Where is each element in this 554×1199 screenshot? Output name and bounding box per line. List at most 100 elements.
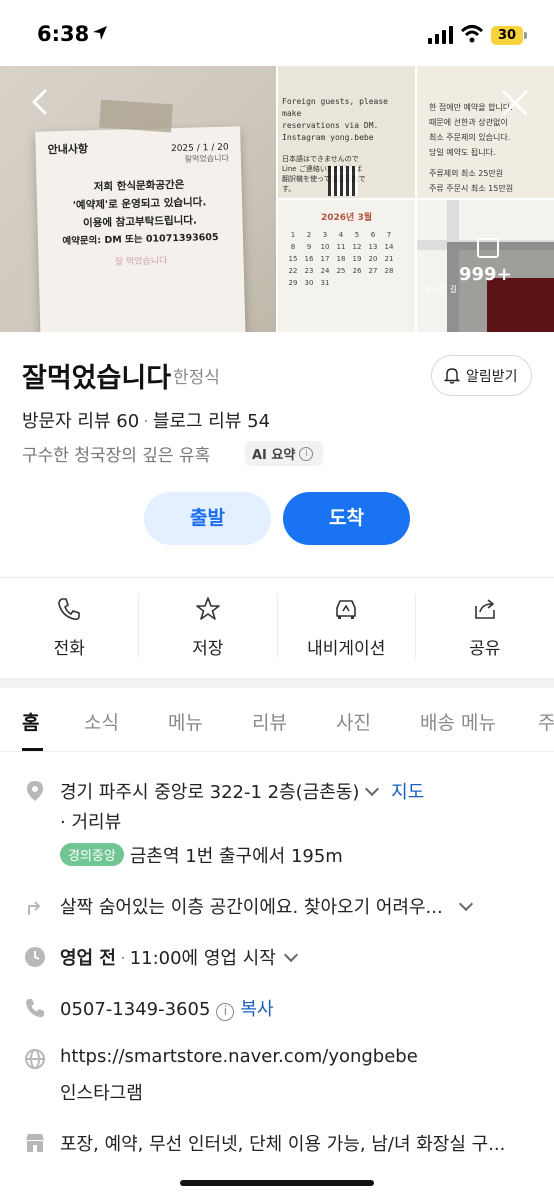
photo-thumb-map[interactable]: 999+ 오시는 길 [417, 200, 554, 332]
calendar-day: 13 [368, 243, 378, 251]
calendar-day: 12 [352, 243, 362, 251]
photo-thumb-english-notice[interactable]: Foreign guests, please make reservations… [278, 66, 415, 198]
tab-overflow[interactable]: 주 [538, 708, 554, 735]
action-row: 전화 저장 내비게이션 공유 [0, 578, 554, 678]
hours-row[interactable]: 영업 전 · 11:00에 영업 시작 [0, 944, 554, 974]
share-label: 공유 [469, 639, 501, 659]
photo-thumb-korean-notice[interactable]: 한 접에만 예약을 합니다. 때문에 선한과 상관없이 최소 주문제의 있습니다… [417, 66, 554, 198]
place-category: 한정식 [173, 368, 220, 388]
ai-summary-badge[interactable]: AI 요약 i [245, 441, 323, 466]
ai-summary-text: 구수한 청국장의 깊은 유혹 [22, 446, 211, 466]
hours-status: 영업 전 [60, 948, 116, 969]
photo-thumb-calendar[interactable]: 2026년 3월 1 2 3 4 5 6 7 8 9 10 11 12 13 14 15 16 17 18 19 20… [278, 200, 415, 332]
calendar-day: 11 [336, 243, 346, 251]
calendar-day: 18 [336, 255, 346, 263]
back-arrow-icon[interactable] [26, 88, 54, 116]
location-pin-icon [27, 781, 43, 801]
calendar-day: 4 [338, 231, 344, 239]
home-indicator[interactable] [180, 1180, 374, 1186]
calendar-day: 31 [320, 279, 330, 287]
notice-en-line: reservations via DM. [282, 121, 379, 130]
directions-value: 살짝 숨어있는 이층 공간이에요. 찾아오기 어려우... [60, 897, 443, 918]
calendar-day: 6 [370, 231, 376, 239]
info-icon[interactable]: i [216, 1003, 235, 1021]
notice-kr-line: 최소 주문제의 있습니다. [429, 133, 511, 142]
store-icon [26, 1134, 44, 1152]
address-text: 경기 파주시 중앙로 322-1 2층(금촌동) 지도 [60, 778, 424, 804]
notice-line: 이용에 참고부탁드립니다. [82, 214, 198, 230]
bell-icon [444, 368, 460, 384]
calendar-day: 3 [322, 231, 328, 239]
tab-reviews[interactable]: 리뷰 [252, 708, 287, 735]
location-arrow-icon [93, 26, 107, 40]
notice-en-line: Instagram yong.bebe [282, 133, 374, 142]
calendar-day: 27 [368, 267, 378, 275]
tab-menu[interactable]: 메뉴 [168, 708, 203, 735]
tab-photos[interactable]: 사진 [336, 708, 371, 735]
separator-dot: · [143, 411, 149, 432]
close-icon[interactable] [500, 88, 530, 118]
save-action[interactable]: 저장 [139, 578, 278, 678]
tab-delivery-menu[interactable]: 배송 메뉴 [420, 708, 496, 735]
notice-kr-line: 당일 예약도 됩니다. [429, 148, 496, 157]
calendar-day: 16 [304, 255, 314, 263]
navigation-action[interactable]: 내비게이션 [277, 578, 416, 678]
car-navigation-icon [336, 600, 357, 619]
website-row: https://smartstore.naver.com/yongbebe 인스… [0, 1046, 554, 1106]
subway-row: 경의중앙 금촌역 1번 출구에서 195m [0, 842, 554, 872]
calendar-day: 28 [384, 267, 394, 275]
arrive-button[interactable]: 도착 [283, 492, 410, 545]
photo-overlay [447, 242, 554, 332]
tab-home[interactable]: 홈 [22, 708, 39, 735]
photo-gallery[interactable]: 안내사항 2025 / 1 / 20 잘먹었습니다 저희 한식문화공간은 '예약… [0, 66, 554, 332]
calendar-day: 25 [336, 267, 346, 275]
calendar-day: 2 [306, 231, 312, 239]
phone-text: 0507-1349-3605 i 복사 [60, 995, 274, 1021]
depart-button[interactable]: 출발 [144, 492, 271, 545]
phone-icon [26, 999, 44, 1018]
notice-brand: 잘 먹었습니다 [114, 256, 168, 268]
copy-button[interactable]: 복사 [240, 999, 273, 1020]
calendar-day: 17 [320, 255, 330, 263]
map-link[interactable]: 지도 [391, 782, 424, 803]
tab-news[interactable]: 소식 [84, 708, 119, 735]
tape [99, 99, 173, 133]
directions-row[interactable]: 살짝 숨어있는 이층 공간이에요. 찾아오기 어려우... [0, 893, 554, 923]
chevron-down-icon[interactable] [283, 947, 298, 963]
share-icon [474, 599, 495, 619]
calendar-day: 1 [290, 231, 296, 239]
visitor-review-link[interactable]: 방문자 리뷰 60 [22, 411, 139, 432]
subway-line-badge: 경의중앙 [60, 843, 124, 866]
website-link[interactable]: https://smartstore.naver.com/yongbebe [60, 1046, 418, 1067]
phone-row: 0507-1349-3605 i 복사 [0, 995, 554, 1025]
phone-icon [58, 598, 81, 621]
chevron-down-icon[interactable] [365, 781, 380, 797]
share-action[interactable]: 공유 [416, 578, 554, 678]
hours-text: 영업 전 · 11:00에 영업 시작 [60, 944, 298, 970]
calendar-day: 9 [306, 243, 312, 251]
notice-en-line: Foreign guests, please make [282, 97, 388, 118]
photo-more-count[interactable]: 999+ [459, 264, 512, 285]
instagram-link[interactable]: 인스타그램 [60, 1079, 143, 1105]
save-label: 저장 [192, 639, 224, 659]
street-view-link[interactable]: · 거리뷰 [60, 808, 121, 834]
separator-dot: · [119, 948, 126, 969]
alarm-label: 알림받기 [466, 368, 518, 385]
amenities-row[interactable]: 포장, 예약, 무선 인터넷, 단체 이용 가능, 남/녀 화장실 구... [0, 1130, 554, 1160]
chevron-down-icon[interactable] [458, 896, 473, 912]
qr-code-icon [328, 166, 358, 196]
calendar-day: 30 [304, 279, 314, 287]
alarm-button[interactable]: 알림받기 [431, 355, 532, 396]
calendar-day: 15 [288, 255, 298, 263]
call-action[interactable]: 전화 [0, 578, 139, 678]
subway-directions: 금촌역 1번 출구에서 195m [129, 846, 343, 867]
calendar-title: 2026년 3월 [320, 213, 372, 223]
calendar-day: 7 [386, 231, 392, 239]
notice-kr-line: 주류제외 최소 25만원 [429, 169, 504, 178]
phone-number[interactable]: 0507-1349-3605 [60, 999, 210, 1020]
calendar-day: 23 [304, 267, 314, 275]
info-icon: i [299, 446, 314, 461]
place-name: 잘먹었습니다 [22, 363, 172, 394]
ai-badge-label: AI 요약 [252, 448, 296, 463]
blog-review-link[interactable]: 블로그 리뷰 54 [153, 411, 270, 432]
